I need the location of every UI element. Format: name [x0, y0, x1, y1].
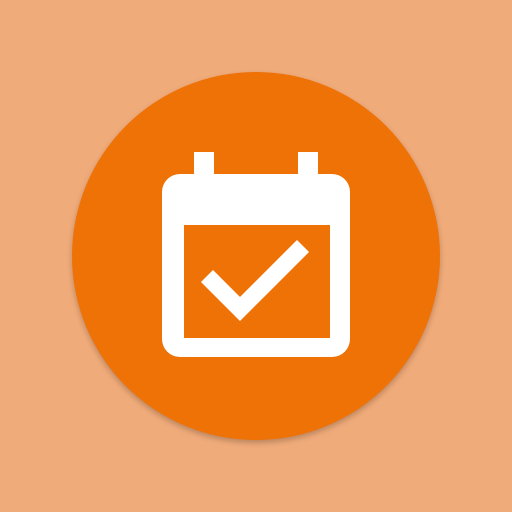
calendar-body [162, 174, 350, 357]
check-mark [200, 239, 310, 322]
calendar-check-icon [162, 152, 350, 357]
